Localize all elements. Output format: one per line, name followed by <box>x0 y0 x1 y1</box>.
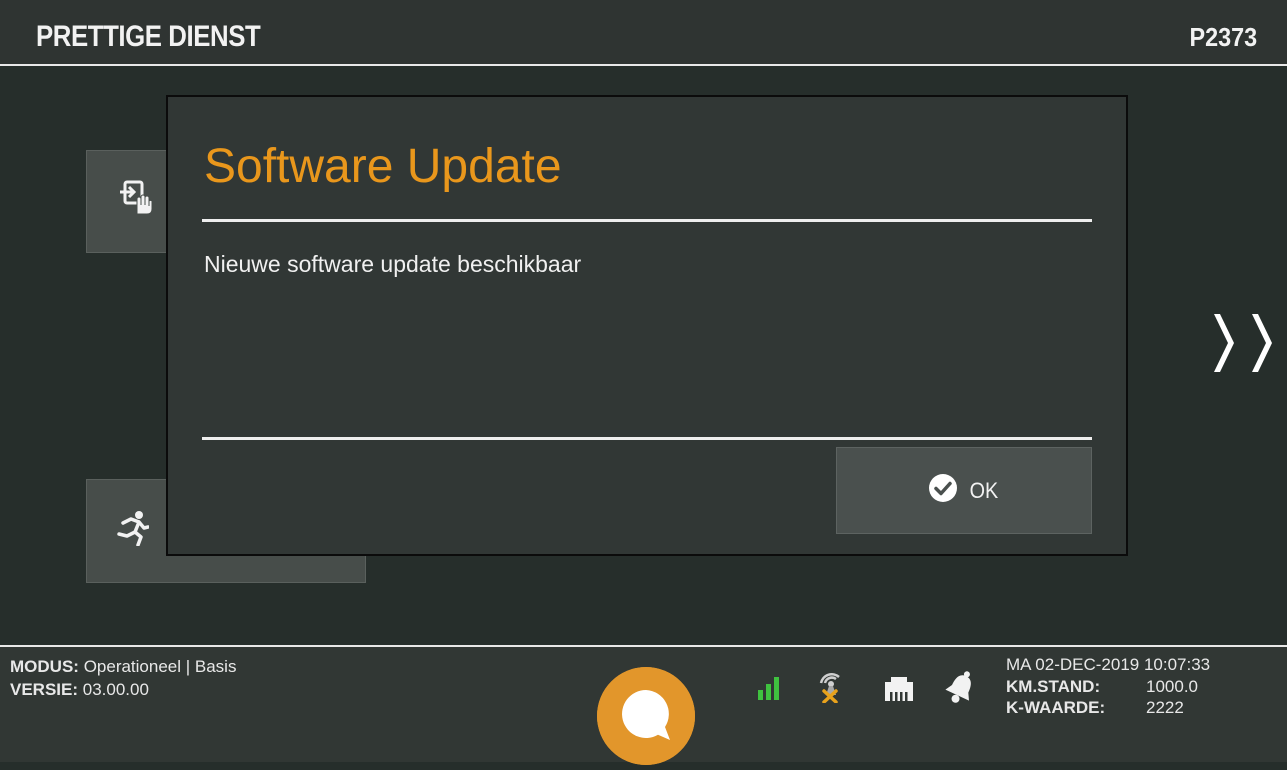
mode-label: MODUS: <box>10 657 79 676</box>
k-value: 2222 <box>1146 698 1184 717</box>
dialog-divider-top <box>202 219 1092 222</box>
k-label: K-WAARDE: <box>1006 698 1106 717</box>
top-bar: PRETTIGE DIENST P2373 <box>0 0 1287 66</box>
status-bar: MODUS: Operationeel | Basis VERSIE: 03.0… <box>0 645 1287 765</box>
version-value: 03.00.00 <box>82 680 149 699</box>
signal-strength-icon <box>758 676 780 705</box>
k-waarde-row: K-WAARDE: 2222 <box>1006 698 1184 718</box>
ok-button-label: OK <box>969 477 999 503</box>
vehicle-id: P2373 <box>1189 22 1257 52</box>
ok-button[interactable]: OK <box>836 447 1092 534</box>
datetime: MA 02-DEC-2019 10:07:33 <box>1006 655 1211 674</box>
login-hand-icon <box>119 179 153 220</box>
km-label: KM.STAND: <box>1006 677 1101 696</box>
software-update-dialog: Software Update Nieuwe software update b… <box>166 95 1128 556</box>
km-stand-row: KM.STAND: 1000.0 <box>1006 677 1198 697</box>
bell-icon[interactable] <box>945 669 977 710</box>
dialog-message: Nieuwe software update beschikbaar <box>204 251 582 277</box>
app-logo[interactable] <box>597 667 695 765</box>
mode-value: Operationeel | Basis <box>83 657 237 676</box>
page-title: PRETTIGE DIENST <box>36 20 261 53</box>
running-person-icon <box>115 510 150 551</box>
version-line: VERSIE: 03.00.00 <box>10 680 149 700</box>
check-circle-icon <box>928 473 958 508</box>
km-value: 1000.0 <box>1146 677 1198 696</box>
gps-error-icon <box>818 669 844 708</box>
version-label: VERSIE: <box>10 680 79 699</box>
network-icon <box>885 677 913 706</box>
dialog-title: Software Update <box>204 140 562 193</box>
next-page-arrows[interactable] <box>1210 312 1282 374</box>
mode-line: MODUS: Operationeel | Basis <box>10 657 236 677</box>
dialog-divider-bottom <box>202 437 1092 440</box>
